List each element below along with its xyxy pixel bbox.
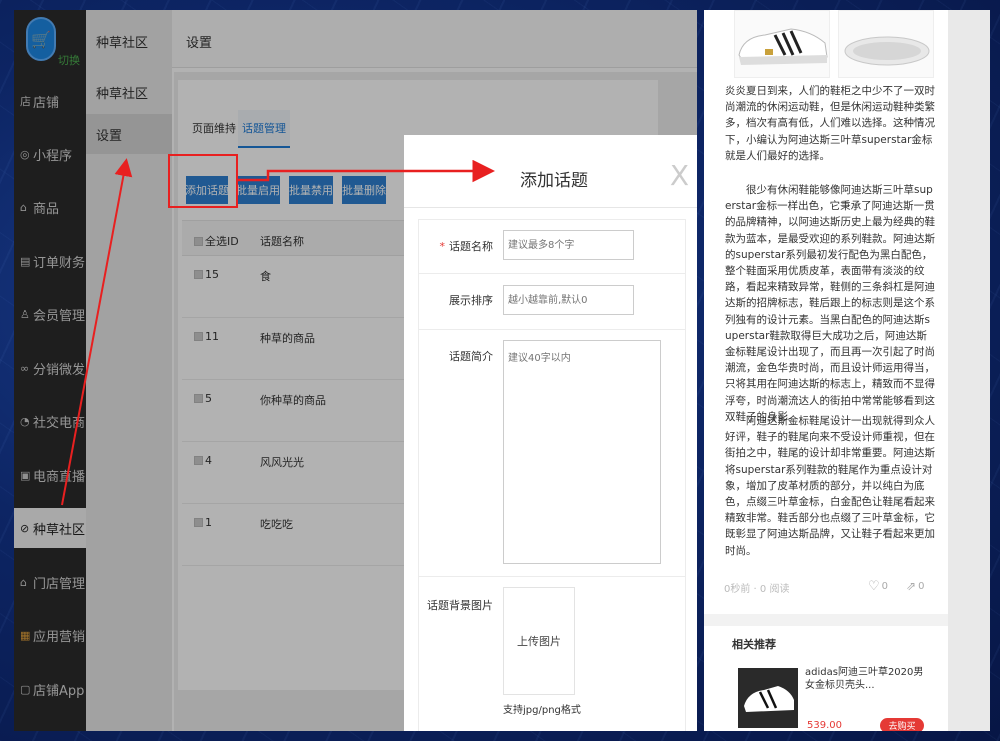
buy-button[interactable]: 去购买	[880, 718, 924, 731]
add-topic-modal: 添加话题 X *话题名称 展示排序 话题简介 话题背景图片 上传图片 支持jpg…	[404, 135, 697, 731]
heart-icon: ♡	[868, 579, 880, 594]
share-icon: ⇗	[906, 579, 917, 593]
article-meta: 0秒前 · 0 阅读	[724, 584, 790, 595]
highlight-box	[168, 154, 238, 208]
form-row-intro: 话题简介	[419, 330, 685, 577]
article-card: 炎炎夏日到来，人们的鞋柜之中少不了一双时尚潮流的休闲运动鞋，但是休闲运动鞋种类繁…	[704, 10, 948, 614]
name-label: * 话题名称	[439, 240, 494, 253]
display-order-input[interactable]	[503, 285, 634, 315]
required-mark: *	[439, 240, 446, 253]
upload-image-button[interactable]: 上传图片	[503, 587, 575, 695]
mobile-preview: 炎炎夏日到来，人们的鞋柜之中少不了一双时尚潮流的休闲运动鞋，但是休闲运动鞋种类繁…	[704, 10, 948, 731]
intro-label: 话题简介	[449, 350, 493, 363]
form-row-background: 话题背景图片 上传图片 支持jpg/png格式	[419, 577, 685, 731]
product-image[interactable]	[738, 668, 798, 728]
topic-name-input[interactable]	[503, 230, 634, 260]
product-name[interactable]: adidas阿迪三叶草2020男女金标贝壳头...	[805, 666, 925, 692]
related-title: 相关推荐	[732, 638, 776, 651]
shoe-sole-image	[838, 10, 934, 78]
product-price: 539.00	[807, 720, 842, 731]
form-row-name: * 话题名称	[419, 220, 685, 274]
article-paragraph: 炎炎夏日到来，人们的鞋柜之中少不了一双时尚潮流的休闲运动鞋，但是休闲运动鞋种类繁…	[725, 85, 935, 162]
admin-window: 🛒 切换 店店铺 ◎ 小程序 ⌂ 商品 ▤ 订单财务 ♙ 会员管理 ∞ 分销微发 ◔ 社交电…	[14, 10, 697, 731]
article-paragraph: 很少有休闲鞋能够像阿迪达斯三叶草superstar金标一样出色，它秉承了阿迪达斯…	[725, 184, 935, 423]
close-icon[interactable]: X	[670, 159, 689, 192]
shoe-image	[734, 10, 830, 78]
upload-hint: 支持jpg/png格式	[503, 705, 581, 716]
topic-form: *话题名称 展示排序 话题简介 话题背景图片 上传图片 支持jpg/png格式	[418, 219, 686, 731]
order-label: 展示排序	[449, 294, 493, 307]
modal-divider	[404, 207, 697, 208]
article-paragraph: 阿迪达斯金标鞋尾设计一出现就得到众人好评，鞋子的鞋尾向来不受设计师重视，但在街拍…	[725, 415, 935, 557]
modal-title: 添加话题	[520, 171, 588, 191]
background-label: 话题背景图片	[427, 599, 493, 612]
related-section: 相关推荐 adidas阿迪三叶草2020男女金标贝壳头... 539.00 去购…	[704, 626, 948, 731]
topic-intro-textarea[interactable]	[503, 340, 661, 564]
like-button[interactable]: ♡ 0	[868, 579, 888, 594]
preview-margin	[948, 10, 990, 731]
form-row-order: 展示排序	[419, 274, 685, 330]
share-button[interactable]: ⇗ 0	[906, 579, 924, 593]
